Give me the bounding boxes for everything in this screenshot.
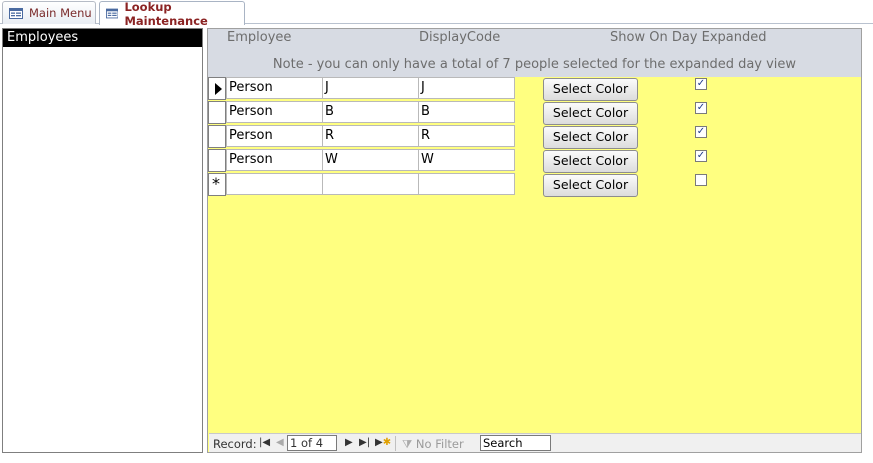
show-on-day-checkbox[interactable]: ✓: [695, 150, 707, 162]
first-record-icon[interactable]: |◀: [259, 437, 270, 448]
new-record-icon: *: [212, 174, 220, 193]
form-header: Employee DisplayCode Show On Day Expande…: [208, 29, 861, 77]
next-record-icon[interactable]: ▶: [345, 437, 353, 448]
employee-field[interactable]: Person: [226, 101, 323, 123]
current-record-input[interactable]: 1 of 4: [287, 435, 337, 451]
record-label: Record:: [213, 437, 257, 451]
record-selector[interactable]: [208, 149, 226, 172]
tab-label: Lookup Maintenance: [124, 0, 208, 28]
select-color-button[interactable]: Select Color: [543, 78, 638, 101]
last-record-icon[interactable]: ▶|: [359, 437, 370, 448]
form-note: Note - you can only have a total of 7 pe…: [272, 57, 797, 72]
code-field[interactable]: J: [322, 77, 419, 99]
header-show-on-day: Show On Day Expanded: [610, 30, 767, 45]
new-record-selector[interactable]: *: [208, 173, 226, 196]
record-selector[interactable]: [208, 77, 226, 100]
display-code-field[interactable]: J: [418, 77, 515, 99]
record-selector[interactable]: [208, 125, 226, 148]
show-on-day-checkbox[interactable]: ✓: [695, 126, 707, 138]
display-code-field[interactable]: B: [418, 101, 515, 123]
header-employee: Employee: [227, 30, 292, 45]
display-code-field[interactable]: [418, 173, 515, 195]
display-code-field[interactable]: W: [418, 149, 515, 171]
search-input[interactable]: Search: [480, 435, 551, 451]
document-tab-bar: Main Menu Lookup Maintenance: [0, 0, 873, 28]
code-field[interactable]: R: [322, 125, 419, 147]
select-color-button[interactable]: Select Color: [543, 174, 638, 197]
select-color-button[interactable]: Select Color: [543, 150, 638, 173]
header-display-code: DisplayCode: [419, 30, 501, 45]
employee-field[interactable]: Person: [226, 125, 323, 147]
new-record-icon[interactable]: ▶✱: [375, 437, 391, 448]
show-on-day-checkbox[interactable]: ✓: [695, 78, 707, 90]
select-color-button[interactable]: Select Color: [543, 102, 638, 125]
record-selector[interactable]: [208, 101, 226, 124]
employee-field[interactable]: Person: [226, 149, 323, 171]
employee-field[interactable]: Person: [226, 77, 323, 99]
employee-field[interactable]: [226, 173, 323, 195]
lookup-form: Employee DisplayCode Show On Day Expande…: [207, 28, 862, 453]
previous-record-icon[interactable]: ◀: [276, 437, 284, 448]
list-item-employees[interactable]: Employees: [3, 29, 202, 47]
filter-icon: ⧩: [402, 437, 413, 451]
display-code-field[interactable]: R: [418, 125, 515, 147]
no-filter-button[interactable]: ⧩ No Filter: [402, 437, 464, 452]
code-field[interactable]: B: [322, 101, 419, 123]
record-navigation-bar: Record: |◀ ◀ 1 of 4 ▶ ▶| ▶✱ ⧩ No Filter …: [209, 433, 861, 452]
tab-label: Main Menu: [29, 6, 92, 20]
form-icon: [9, 7, 23, 19]
form-icon: [106, 8, 119, 19]
lookup-list: Employees: [2, 28, 203, 453]
code-field[interactable]: [322, 173, 419, 195]
tab-lookup-maintenance[interactable]: Lookup Maintenance: [99, 0, 245, 28]
current-record-icon: [215, 83, 222, 95]
show-on-day-checkbox[interactable]: ✓: [695, 102, 707, 114]
show-on-day-checkbox[interactable]: [695, 174, 707, 186]
separator: [395, 436, 396, 451]
tab-main-menu[interactable]: Main Menu: [2, 1, 96, 24]
no-filter-label: No Filter: [415, 437, 464, 451]
code-field[interactable]: W: [322, 149, 419, 171]
select-color-button[interactable]: Select Color: [543, 126, 638, 149]
